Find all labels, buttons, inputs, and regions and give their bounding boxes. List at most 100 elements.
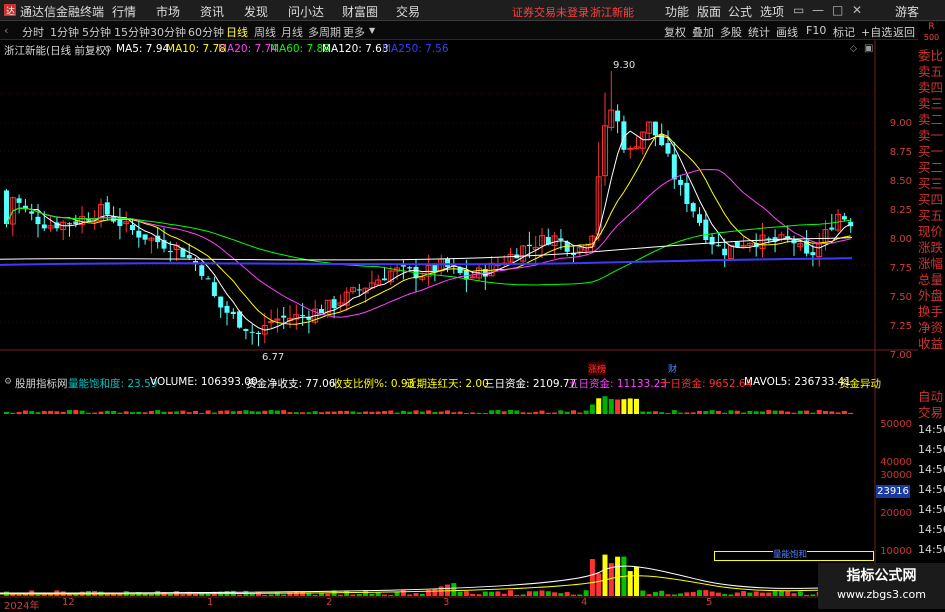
menu-item-function[interactable]: 功能 — [665, 3, 689, 20]
price-tick: 9.00 — [889, 118, 912, 129]
tool-f10-button[interactable]: F10 — [806, 24, 826, 37]
menu-item-discover[interactable]: 发现 — [244, 3, 268, 20]
volume-bar — [596, 573, 602, 596]
menu-item-ask[interactable]: 问小达 — [288, 3, 324, 20]
tool-overlay-button[interactable]: 叠加 — [692, 24, 714, 40]
volume-bar — [16, 594, 22, 596]
menu-item-news[interactable]: 资讯 — [200, 3, 224, 20]
volume-bar — [432, 588, 438, 596]
back-arrow-icon[interactable]: ‹ — [4, 24, 8, 37]
flow-bar — [41, 411, 47, 414]
volume-bar — [659, 590, 665, 596]
candle-body — [230, 311, 236, 315]
period-tab-60min[interactable]: 60分钟 — [188, 24, 224, 40]
volume-bar — [545, 591, 551, 596]
flow-bar — [256, 411, 261, 414]
candle-body — [186, 255, 192, 258]
period-tab-more[interactable]: 更多 — [343, 24, 365, 40]
maximize-button[interactable]: □ — [832, 3, 843, 17]
kline-chart[interactable] — [0, 40, 918, 610]
minimize-button[interactable]: ▭ — [793, 3, 804, 17]
flow-bar — [350, 411, 356, 414]
flow-bar — [659, 412, 665, 414]
tool-add-favorite-button[interactable]: +自选 — [861, 24, 892, 40]
menu-item-options[interactable]: 选项 — [760, 3, 784, 20]
menu-item-market[interactable]: 市场 — [156, 3, 180, 20]
candle-body — [211, 282, 217, 296]
side-panel-item: 现价 — [918, 224, 944, 239]
volume-bar — [627, 571, 633, 596]
menu-item-quotes[interactable]: 行情 — [112, 3, 136, 20]
flow-bar — [627, 398, 633, 414]
side-panel-item: 买三 — [918, 176, 944, 191]
volume-bar — [470, 593, 476, 596]
restore-button[interactable]: — — [812, 3, 824, 17]
menu-item-wealth[interactable]: 财富圈 — [342, 3, 378, 20]
volume-bar — [728, 594, 734, 596]
login-status[interactable]: 证券交易未登录 — [512, 4, 589, 20]
candle-body — [205, 278, 211, 280]
volume-bar — [375, 592, 381, 596]
menu-item-formula[interactable]: 公式 — [728, 3, 752, 20]
volume-bar — [445, 584, 450, 596]
volume-bar — [520, 594, 526, 596]
period-tab-15min[interactable]: 15分钟 — [114, 24, 150, 40]
date-label: 4 — [581, 597, 588, 608]
volume-bar — [741, 591, 747, 596]
flow-bar — [615, 399, 621, 414]
volume-bar — [35, 594, 41, 596]
guest-label[interactable]: 游客 — [895, 3, 919, 20]
flow-bar — [451, 412, 457, 414]
volume-bar — [571, 594, 576, 596]
event-marker-finance[interactable]: 财 — [668, 362, 677, 375]
flow-bar — [4, 411, 9, 414]
period-tab-monthly[interactable]: 月线 — [281, 24, 303, 40]
flow-bar — [161, 411, 167, 414]
volume-bar — [564, 592, 570, 596]
period-tab-1min[interactable]: 1分钟 — [50, 24, 79, 40]
flow-bar — [293, 412, 299, 414]
menu-item-layout[interactable]: 版面 — [697, 3, 721, 20]
flow-bar — [92, 412, 98, 414]
flow-bar — [829, 411, 835, 414]
flow-bar — [243, 410, 249, 414]
flow-bar — [262, 410, 268, 414]
stock-name-header: 浙江新能 — [590, 6, 634, 19]
price-tick: 7.00 — [889, 350, 912, 361]
flow-bar — [237, 410, 243, 414]
candle-body — [29, 211, 35, 214]
flow-bar — [797, 410, 803, 414]
volume-legend-label: 量能饱和 — [773, 548, 808, 560]
candle-body — [35, 216, 41, 225]
event-marker-limitup[interactable]: 涨榜 — [588, 362, 607, 375]
flow-bar — [791, 412, 797, 414]
period-tab-weekly[interactable]: 周线 — [254, 24, 276, 40]
side-panel-item: 买四 — [918, 192, 944, 207]
period-tab-5min[interactable]: 5分钟 — [82, 24, 111, 40]
tool-multi-button[interactable]: 多股 — [720, 24, 742, 40]
side-panel-item: 净资 — [918, 320, 944, 335]
side-time-item: 14:56 — [918, 443, 945, 456]
period-tab-30min[interactable]: 30分钟 — [150, 24, 186, 40]
tool-stats-button[interactable]: 统计 — [748, 24, 770, 40]
menu-item-trade[interactable]: 交易 — [396, 3, 420, 20]
flow-bar — [678, 412, 684, 414]
tool-mark-button[interactable]: 标记 — [833, 24, 855, 40]
period-tab-timeshare[interactable]: 分时 — [22, 24, 44, 40]
period-tab-daily[interactable]: 日线 — [226, 24, 248, 40]
period-bar: ‹ 分时 1分钟 5分钟 15分钟 30分钟 60分钟 日线 周线 月线 多周期… — [0, 21, 945, 40]
tool-back-button[interactable]: 返回 — [893, 24, 915, 40]
volume-bar — [130, 594, 135, 596]
close-button[interactable]: ✕ — [852, 3, 862, 17]
flow-bar — [180, 410, 186, 414]
indicator-gear-icon[interactable]: ⚙ — [4, 377, 12, 387]
flow-bar — [363, 411, 369, 414]
more-dropdown-icon[interactable]: ▼ — [369, 26, 375, 35]
period-tab-multi[interactable]: 多周期 — [308, 24, 341, 40]
volume-bar — [463, 591, 469, 596]
flow-bar — [331, 411, 337, 414]
price-tick: 8.00 — [889, 234, 912, 245]
tool-adjust-button[interactable]: 复权 — [664, 24, 686, 40]
volume-bar — [797, 591, 803, 596]
tool-draw-button[interactable]: 画线 — [776, 24, 798, 40]
